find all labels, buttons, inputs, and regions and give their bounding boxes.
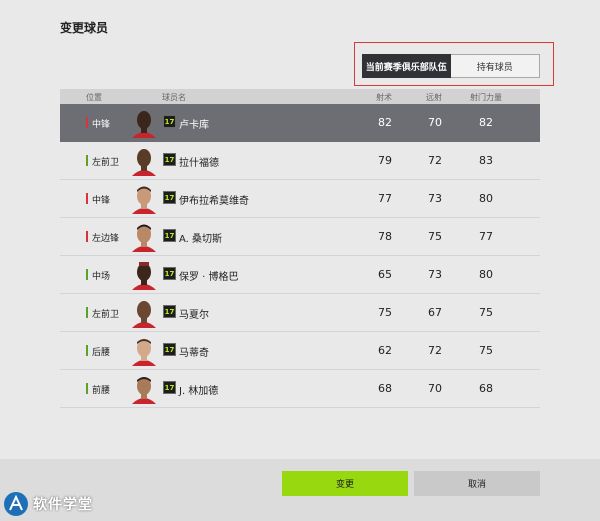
stat-shooting: 77 (378, 192, 392, 205)
player-avatar (132, 149, 156, 176)
player-list: 中锋 17 卢卡库 82 70 82 左前卫 17 拉什福德 79 72 83 … (60, 104, 540, 408)
stat-shooting: 75 (378, 306, 392, 319)
season-badge: 17 (163, 115, 176, 128)
player-row[interactable]: 左前卫 17 马夏尔 75 67 75 (60, 294, 540, 332)
player-name: 马蒂奇 (179, 348, 209, 359)
stat-shot-power: 75 (479, 306, 493, 319)
stat-shot-power: 77 (479, 230, 493, 243)
season-badge: 17 (163, 153, 176, 166)
position-indicator (86, 193, 88, 204)
player-row[interactable]: 前腰 17 J. 林加德 68 70 68 (60, 370, 540, 408)
stat-long-shot: 70 (428, 116, 442, 129)
dialog-title: 变更球员 (60, 21, 109, 35)
season-badge: 17 (163, 191, 176, 204)
player-position: 中锋 (92, 196, 111, 206)
position-indicator (86, 231, 88, 242)
player-name: 马夏尔 (179, 310, 209, 321)
player-name: J. 林加德 (179, 386, 219, 397)
player-row[interactable]: 中场 17 保罗 · 博格巴 65 73 80 (60, 256, 540, 294)
player-avatar (132, 301, 156, 328)
position-indicator (86, 383, 88, 394)
player-avatar (132, 111, 156, 138)
player-position: 中场 (92, 272, 111, 282)
player-name: 伊布拉希莫维奇 (179, 196, 249, 207)
player-row[interactable]: 后腰 17 马蒂奇 62 72 75 (60, 332, 540, 370)
cancel-button[interactable]: 取消 (414, 471, 540, 496)
confirm-change-button[interactable]: 变更 (282, 471, 408, 496)
player-position: 左前卫 (92, 158, 120, 168)
stat-shot-power: 80 (479, 192, 493, 205)
table-header: 位置 球员名 射术 远射 射门力量 (60, 89, 540, 104)
stat-long-shot: 73 (428, 192, 442, 205)
stat-shot-power: 82 (479, 116, 493, 129)
player-name: 拉什福德 (179, 158, 219, 169)
stat-long-shot: 75 (428, 230, 442, 243)
stat-long-shot: 70 (428, 382, 442, 395)
stat-long-shot: 72 (428, 344, 442, 357)
stat-shooting: 68 (378, 382, 392, 395)
col-shot-power: 射门力量 (470, 93, 502, 102)
stat-shot-power: 75 (479, 344, 493, 357)
watermark: 软件学堂 (3, 491, 93, 517)
player-avatar (132, 224, 156, 252)
player-position: 左边锋 (92, 234, 120, 244)
col-shooting: 射术 (376, 93, 392, 102)
stat-shooting: 79 (378, 154, 392, 167)
watermark-logo-icon (4, 492, 28, 516)
player-name: 保罗 · 博格巴 (179, 272, 239, 283)
stat-shot-power: 68 (479, 382, 493, 395)
player-row[interactable]: 中锋 17 伊布拉希莫维奇 77 73 80 (60, 180, 540, 218)
stat-shooting: 82 (378, 116, 392, 129)
squad-source-toggle: 当前赛季俱乐部队伍 持有球员 (362, 54, 540, 78)
player-name: A. 桑切斯 (179, 234, 223, 245)
player-avatar (132, 262, 156, 290)
stat-shooting: 62 (378, 344, 392, 357)
tab-owned-players[interactable]: 持有球员 (450, 54, 540, 78)
player-position: 后腰 (92, 348, 111, 358)
player-row[interactable]: 中锋 17 卢卡库 82 70 82 (60, 104, 540, 142)
position-indicator (86, 117, 88, 128)
stat-long-shot: 67 (428, 306, 442, 319)
player-position: 中锋 (92, 120, 111, 130)
season-badge: 17 (163, 343, 176, 356)
position-indicator (86, 269, 88, 280)
stat-shot-power: 80 (479, 268, 493, 281)
position-indicator (86, 155, 88, 166)
stat-shooting: 78 (378, 230, 392, 243)
player-avatar (132, 186, 156, 214)
position-indicator (86, 307, 88, 318)
stat-long-shot: 72 (428, 154, 442, 167)
season-badge: 17 (163, 229, 176, 242)
season-badge: 17 (163, 305, 176, 318)
player-position: 左前卫 (92, 310, 120, 320)
stat-shot-power: 83 (479, 154, 493, 167)
player-avatar (132, 377, 156, 404)
season-badge: 17 (163, 267, 176, 280)
season-badge: 17 (163, 381, 176, 394)
col-position: 位置 (86, 93, 102, 102)
col-name: 球员名 (162, 93, 186, 102)
tab-current-club[interactable]: 当前赛季俱乐部队伍 (362, 54, 451, 78)
position-indicator (86, 345, 88, 356)
player-avatar (132, 339, 156, 366)
stat-long-shot: 73 (428, 268, 442, 281)
watermark-text: 软件学堂 (33, 497, 93, 513)
player-name: 卢卡库 (179, 120, 209, 131)
stat-shooting: 65 (378, 268, 392, 281)
player-row[interactable]: 左前卫 17 拉什福德 79 72 83 (60, 142, 540, 180)
col-long-shot: 远射 (426, 93, 442, 102)
player-row[interactable]: 左边锋 17 A. 桑切斯 78 75 77 (60, 218, 540, 256)
player-position: 前腰 (92, 386, 111, 396)
